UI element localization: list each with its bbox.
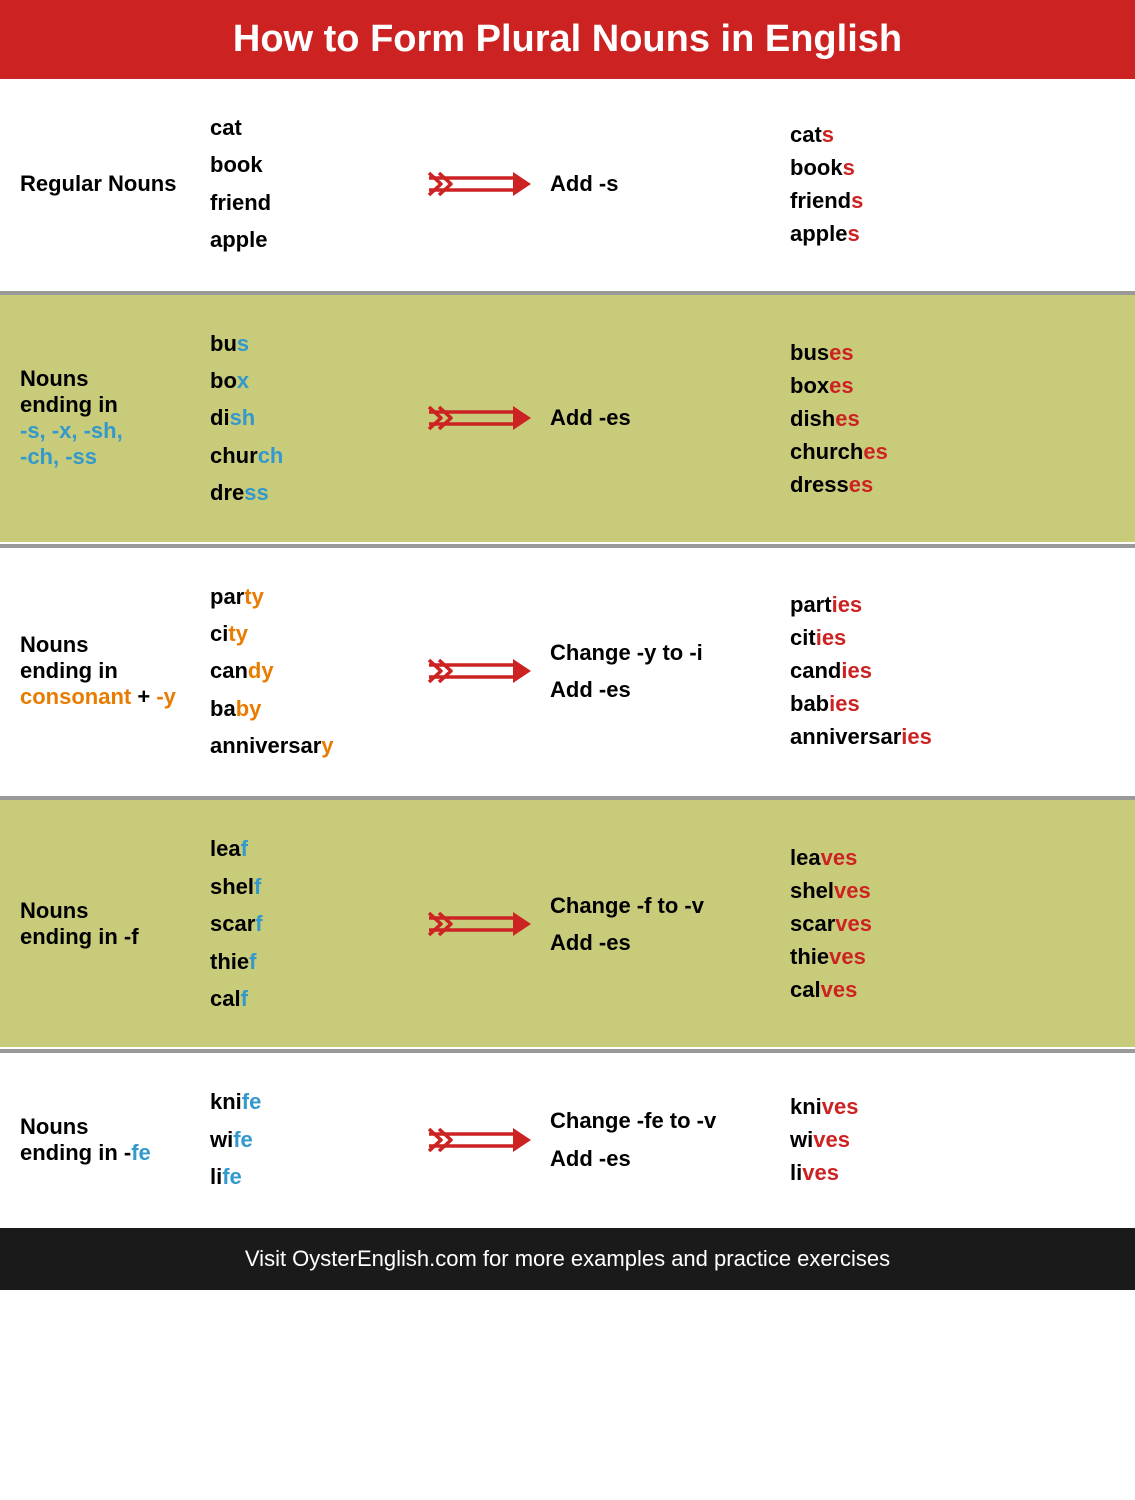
instruction-regular: Add -s: [540, 135, 770, 232]
table-row-sxshchss: Nounsending in-s, -x, -sh,-ch, -ssbusbox…: [0, 295, 1135, 544]
examples-endinginfe: knifewifelife: [200, 1053, 420, 1225]
table-container: Regular Nounscatbookfriendapple Add -scat…: [0, 79, 1135, 1228]
table-row-regular: Regular Nounscatbookfriendapple Add -scat…: [0, 79, 1135, 291]
examples-endinginf: leafshelfscarfthiefcalf: [200, 800, 420, 1047]
table-row-endinginfe: Nounsending in -feknifewifelife Change -f…: [0, 1053, 1135, 1227]
arrow-consonanty: [420, 629, 540, 713]
examples-consonanty: partycitycandybabyanniversary: [200, 548, 420, 795]
examples-sxshchss: busboxdishchurchdress: [200, 295, 420, 542]
table-row-endinginf: Nounsending in -fleafshelfscarfthiefcalf…: [0, 800, 1135, 1049]
rule-label-sxshchss: Nounsending in-s, -x, -sh,-ch, -ss: [0, 336, 200, 500]
plurals-consonanty: partiescitiescandiesbabiesanniversaries: [770, 558, 1135, 783]
rule-label-endinginfe: Nounsending in -fe: [0, 1084, 200, 1196]
plurals-endinginfe: kniveswiveslives: [770, 1060, 1135, 1219]
footer-text: Visit OysterEnglish.com for more example…: [245, 1246, 890, 1271]
plurals-sxshchss: busesboxesdisheschurchesdresses: [770, 306, 1135, 531]
arrow-endinginfe: [420, 1098, 540, 1182]
arrow-endinginf: [420, 882, 540, 966]
page-header: How to Form Plural Nouns in English: [0, 0, 1135, 79]
rule-label-consonanty: Nounsending inconsonant + -y: [0, 602, 200, 740]
instruction-sxshchss: Add -es: [540, 369, 770, 466]
arrow-sxshchss: [420, 376, 540, 460]
page-wrapper: How to Form Plural Nouns in English Regu…: [0, 0, 1135, 1290]
plurals-regular: catsbooksfriendsapples: [770, 88, 1135, 280]
table-row-consonanty: Nounsending inconsonant + -ypartycitycan…: [0, 548, 1135, 797]
examples-regular: catbookfriendapple: [200, 79, 420, 289]
footer: Visit OysterEnglish.com for more example…: [0, 1228, 1135, 1290]
rule-label-regular: Regular Nouns: [0, 141, 200, 227]
instruction-endinginf: Change -f to -vAdd -es: [540, 857, 770, 992]
rule-label-endinginf: Nounsending in -f: [0, 868, 200, 980]
instruction-consonanty: Change -y to -iAdd -es: [540, 604, 770, 739]
arrow-regular: [420, 142, 540, 226]
page-title: How to Form Plural Nouns in English: [20, 18, 1115, 61]
plurals-endinginf: leavesshelvesscarvesthievescalves: [770, 811, 1135, 1036]
instruction-endinginfe: Change -fe to -vAdd -es: [540, 1072, 770, 1207]
